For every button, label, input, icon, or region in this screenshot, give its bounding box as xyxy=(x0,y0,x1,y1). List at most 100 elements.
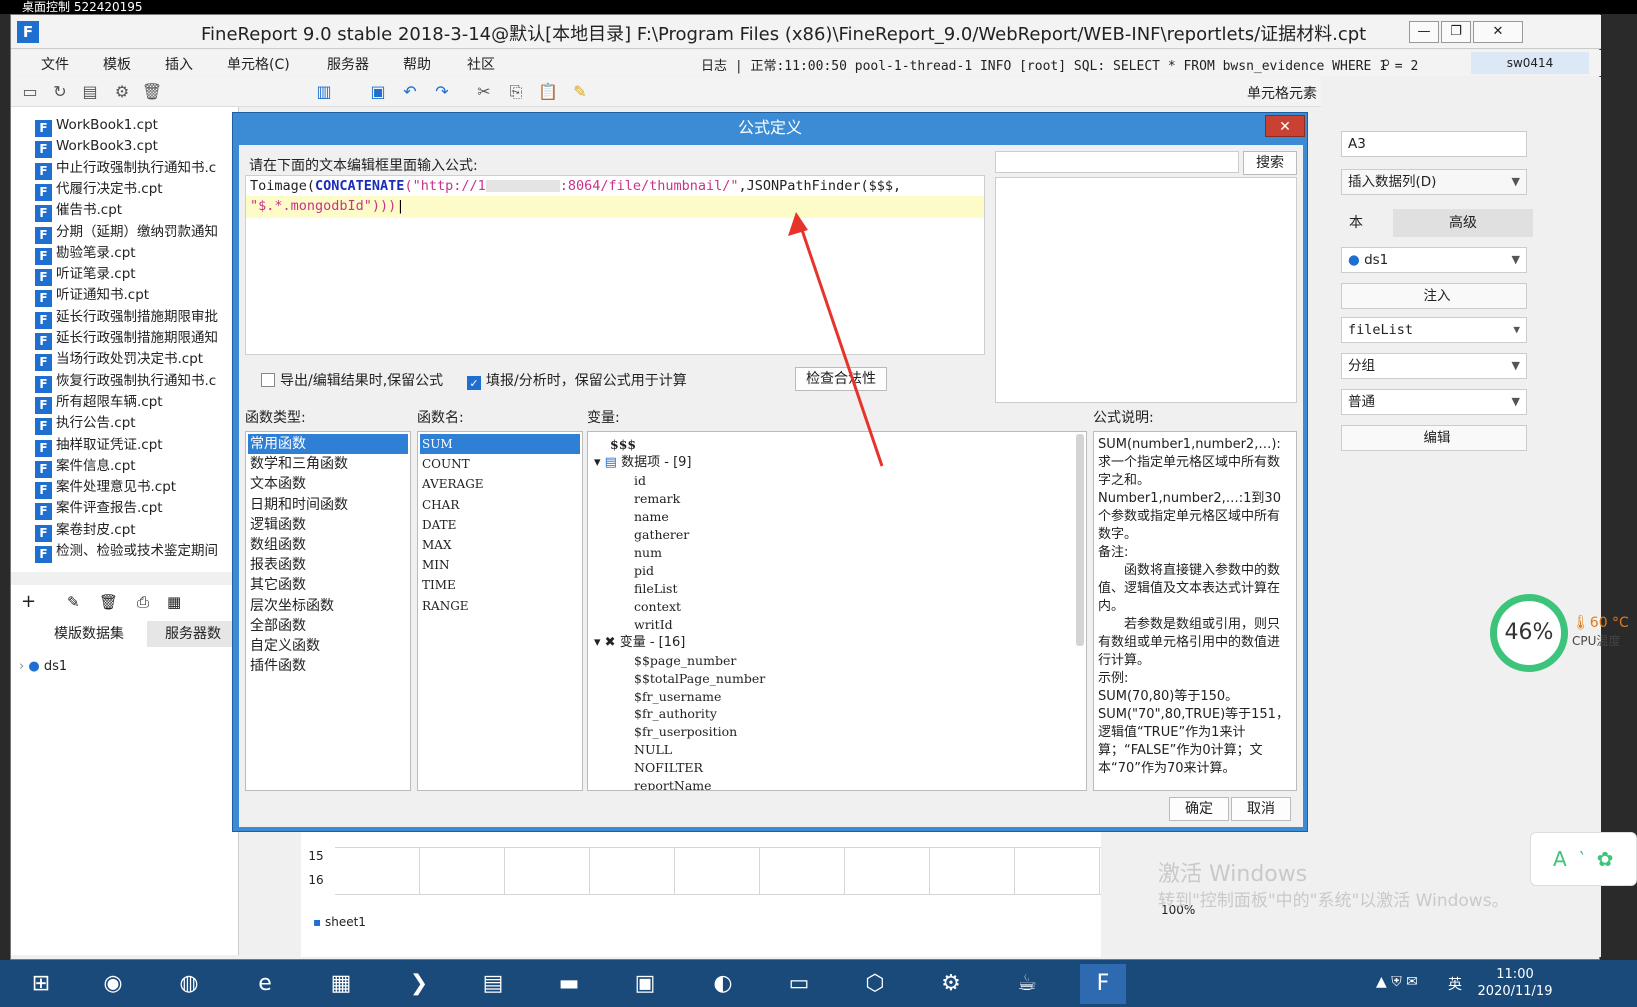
edit-button[interactable]: 编辑 xyxy=(1341,425,1527,451)
open-folder-icon[interactable]: ▭ xyxy=(19,81,41,103)
system-variable[interactable]: $fr_authority xyxy=(634,705,717,723)
system-variable[interactable]: NOFILTER xyxy=(634,759,703,777)
format-brush-icon[interactable]: ✎ xyxy=(569,81,591,103)
data-item-variable[interactable]: id xyxy=(634,472,646,490)
function-type-item[interactable]: 常用函数 xyxy=(248,434,408,454)
tree-item-template[interactable]: F 催告书.cpt xyxy=(35,200,122,223)
function-type-item[interactable]: 自定义函数 xyxy=(248,636,408,656)
insert-column-select[interactable]: 插入数据列(D) ▼ xyxy=(1341,169,1527,195)
chrome-icon[interactable]: ◉ xyxy=(90,964,136,1004)
dataset-item[interactable]: › ● ds1 xyxy=(19,659,67,674)
function-name-item[interactable]: SUM xyxy=(420,434,580,454)
firefox-icon[interactable]: ◍ xyxy=(166,964,212,1004)
menu-server[interactable]: 服务器 xyxy=(327,54,369,74)
system-variable[interactable]: NULL xyxy=(634,741,672,759)
ime-toolbar[interactable]: A ‵ ✿ xyxy=(1530,832,1637,886)
function-type-item[interactable]: 全部函数 xyxy=(248,616,408,636)
function-name-item[interactable]: MAX xyxy=(420,535,580,555)
function-type-item[interactable]: 日期和时间函数 xyxy=(248,495,408,515)
clock[interactable]: 11:00 2020/11/19 xyxy=(1470,966,1560,1000)
sheet-grid[interactable] xyxy=(335,847,1101,895)
template-icon[interactable]: ▥ xyxy=(313,81,335,103)
function-name-item[interactable]: AVERAGE xyxy=(420,474,580,494)
function-type-item[interactable]: 报表函数 xyxy=(248,555,408,575)
tab-basic[interactable]: 本 xyxy=(1321,209,1391,237)
app-icon[interactable]: ◐ xyxy=(700,964,746,1004)
ime-indicator[interactable]: 英 xyxy=(1448,974,1462,994)
system-variable[interactable]: $$totalPage_number xyxy=(634,670,765,688)
sheet-tab[interactable]: ▪ sheet1 xyxy=(313,915,366,929)
paste-icon[interactable]: 📋 xyxy=(537,81,559,103)
menu-community[interactable]: 社区 xyxy=(467,54,495,74)
delete-icon[interactable]: 🗑 xyxy=(99,593,118,611)
data-item-variable[interactable]: pid xyxy=(634,562,654,580)
check-validity-button[interactable]: 检查合法性 xyxy=(795,367,887,391)
scrollbar[interactable] xyxy=(1076,434,1084,646)
tree-item-template[interactable]: F 所有超限车辆.cpt xyxy=(35,392,163,414)
tray-icons[interactable]: ▲ ⛨ ✉ xyxy=(1376,974,1418,990)
data-item-variable[interactable]: remark xyxy=(634,490,680,508)
data-item-variable[interactable]: fileList xyxy=(634,580,677,598)
tree-item-template[interactable]: F 分期（延期）缴纳罚款通知 xyxy=(35,222,218,244)
system-variable[interactable]: $fr_username xyxy=(634,688,721,706)
function-name-item[interactable]: COUNT xyxy=(420,454,580,474)
remote-desktop-icon[interactable]: ▭ xyxy=(776,964,822,1004)
tree-item-template[interactable]: F 中止行政强制执行通知书.c xyxy=(35,158,216,180)
save-icon[interactable]: ▣ xyxy=(367,81,389,103)
tree-item-template[interactable]: F 恢复行政强制执行通知书.c xyxy=(35,371,216,393)
dataset-select[interactable]: ● ds1 ▼ xyxy=(1341,247,1527,273)
security-icon[interactable]: ⬡ xyxy=(852,964,898,1004)
function-name-item[interactable]: TIME xyxy=(420,575,580,595)
function-name-item[interactable]: CHAR xyxy=(420,495,580,515)
finereport-taskbar-icon[interactable]: F xyxy=(1080,964,1126,1004)
cell-address-field[interactable]: A3 xyxy=(1341,131,1527,157)
system-variable[interactable]: $fr_userposition xyxy=(634,723,737,741)
field-select[interactable]: fileList ▼ xyxy=(1341,317,1527,343)
tree-item-template[interactable]: F 检测、检验或技术鉴定期间 xyxy=(35,541,218,563)
tool-icon[interactable]: ⚙ xyxy=(928,964,974,1004)
refresh-icon[interactable]: ↻ xyxy=(49,81,71,103)
ok-button[interactable]: 确定 xyxy=(1169,797,1229,821)
function-type-item[interactable]: 逻辑函数 xyxy=(248,515,408,535)
ds-settings-icon[interactable]: ▦ xyxy=(167,593,181,611)
folder-icon[interactable]: ▤ xyxy=(470,964,516,1004)
tree-item-template[interactable]: F 当场行政处罚决定书.cpt xyxy=(35,349,203,372)
menu-insert[interactable]: 插入 xyxy=(165,54,193,74)
menu-file[interactable]: 文件 xyxy=(41,54,69,74)
option-keep-formula-fill[interactable]: ✓ 填报/分析时，保留公式用于计算 xyxy=(467,370,687,390)
cut-icon[interactable]: ✂ xyxy=(473,81,495,103)
data-item-variable[interactable]: name xyxy=(634,508,669,526)
tree-item-template[interactable]: F 代履行决定书.cpt xyxy=(35,179,163,201)
cancel-button[interactable]: 取消 xyxy=(1231,797,1291,821)
function-type-item[interactable]: 插件函数 xyxy=(248,656,408,676)
function-type-item[interactable]: 层次坐标函数 xyxy=(248,596,408,616)
system-variable[interactable]: reportName xyxy=(634,777,712,790)
close-window-button[interactable]: ✕ xyxy=(1473,21,1523,43)
start-icon[interactable]: ⊞ xyxy=(18,964,64,1004)
function-name-item[interactable]: RANGE xyxy=(420,596,580,616)
menu-help[interactable]: 帮助 xyxy=(403,54,431,74)
function-type-item[interactable]: 数组函数 xyxy=(248,535,408,555)
data-item-variable[interactable]: context xyxy=(634,598,681,616)
redo-icon[interactable]: ↷ xyxy=(431,81,453,103)
menu-cell[interactable]: 单元格(C) xyxy=(227,54,290,74)
java-icon[interactable]: ☕ xyxy=(1004,964,1050,1004)
tree-item-template[interactable]: F 延长行政强制措施期限通知 xyxy=(35,328,218,350)
edit-icon[interactable]: ✎ xyxy=(67,593,80,611)
variable-root[interactable]: $$$ xyxy=(610,436,636,454)
tab-advanced[interactable]: 高级 xyxy=(1393,209,1533,237)
function-search-input[interactable] xyxy=(995,151,1239,173)
data-item-variable[interactable]: num xyxy=(634,544,662,562)
formula-editor[interactable]: Toimage(CONCATENATE("http://1:8064/file/… xyxy=(245,175,985,355)
tree-item-template[interactable]: F 听证通知书.cpt xyxy=(35,285,149,308)
trash-icon[interactable]: 🗑 xyxy=(141,81,163,103)
function-type-item[interactable]: 数学和三角函数 xyxy=(248,454,408,474)
data-item-variable[interactable]: writId xyxy=(634,616,673,634)
tree-item-template[interactable]: F WorkBook1.cpt xyxy=(35,115,158,137)
tab-template-dataset[interactable]: 模版数据集 xyxy=(31,621,147,647)
checkbox-checked-icon[interactable]: ✓ xyxy=(467,376,481,390)
search-button[interactable]: 搜索 xyxy=(1243,151,1297,175)
layout-icon[interactable]: ▤ xyxy=(79,81,101,103)
data-item-variable[interactable]: gatherer xyxy=(634,526,689,544)
dialog-close-button[interactable]: ✕ xyxy=(1265,115,1305,137)
